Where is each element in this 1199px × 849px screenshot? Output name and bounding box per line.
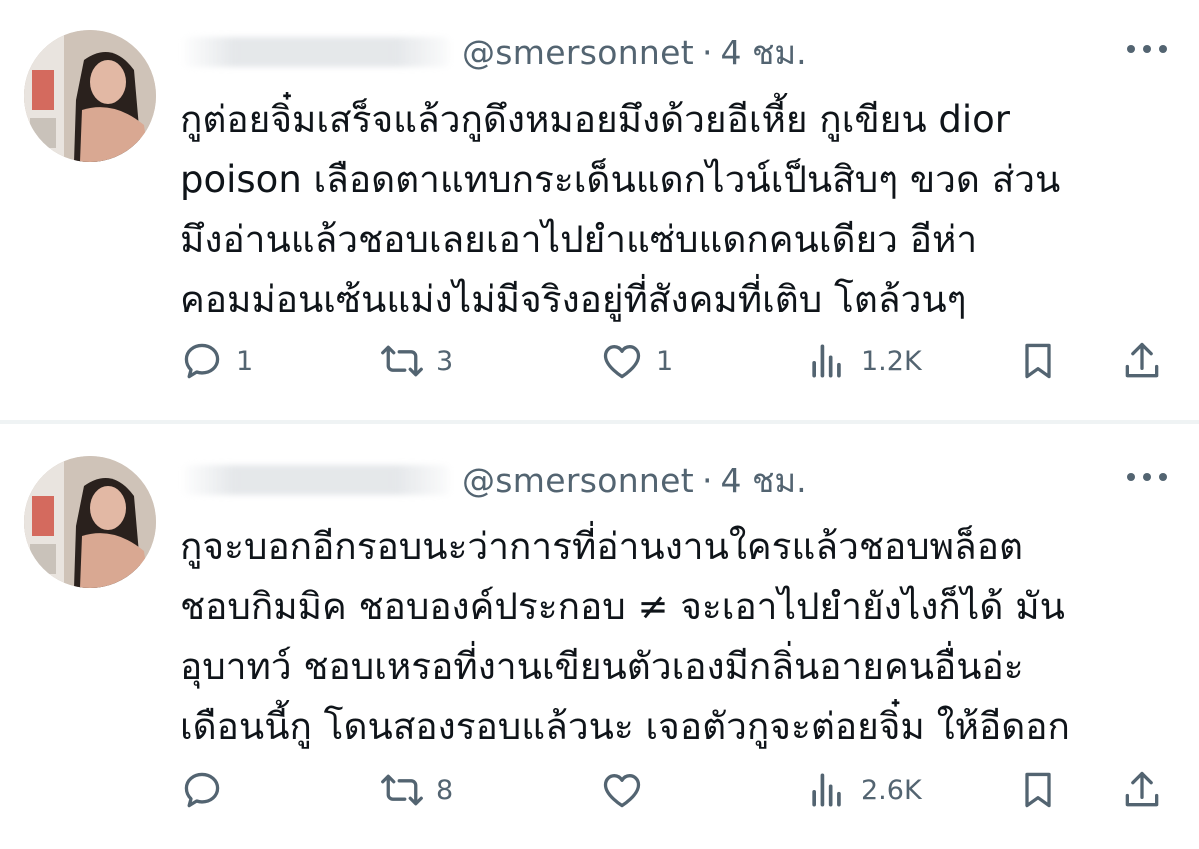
avatar-photo: [24, 456, 156, 588]
avatar[interactable]: [24, 30, 156, 162]
reply-button[interactable]: 1: [180, 336, 253, 386]
tweet-text: กูจะบอกอีกรอบนะว่าการที่อ่านงานใครแล้วชอ…: [180, 525, 1070, 748]
user-handle[interactable]: @smersonnet: [462, 33, 694, 72]
separator-dot: ·: [701, 460, 713, 500]
tweet-actions: 8 2.6K: [180, 765, 1170, 815]
reply-icon: [184, 772, 220, 808]
tweet-header: @smersonnet · 4 ชม.: [180, 458, 807, 502]
like-icon: [603, 345, 641, 379]
retweet-count: 3: [436, 345, 454, 377]
tweet-header: @smersonnet · 4 ชม.: [180, 30, 807, 74]
avatar[interactable]: [24, 456, 156, 588]
share-button[interactable]: [1120, 336, 1164, 386]
tweet-card[interactable]: @smersonnet · 4 ชม. กูจะบอกอีกรอบนะว่ากา…: [0, 424, 1199, 849]
reply-count: 1: [236, 345, 254, 377]
avatar-photo: [24, 30, 156, 162]
display-name-redacted: [180, 465, 450, 495]
timestamp[interactable]: 4 ชม.: [720, 454, 806, 507]
retweet-button[interactable]: 3: [380, 336, 453, 386]
views-icon: [812, 773, 841, 807]
display-name-redacted: [180, 37, 450, 67]
bookmark-button[interactable]: [1016, 765, 1060, 815]
timestamp[interactable]: 4 ชม.: [720, 26, 806, 79]
tweet-actions: 1 3 1 1.2K: [180, 336, 1170, 386]
like-count: 1: [656, 345, 674, 377]
share-icon: [1125, 771, 1159, 807]
like-button[interactable]: 1: [600, 336, 673, 386]
view-count: 2.6K: [861, 774, 922, 806]
bookmark-button[interactable]: [1016, 336, 1060, 386]
user-handle[interactable]: @smersonnet: [462, 461, 694, 500]
tweet-text: กูต่อยจิ๋มเสร็จแล้วกูดึงหมอยมึงด้วยอีเหี…: [180, 98, 1061, 321]
view-count: 1.2K: [861, 345, 922, 377]
views-button[interactable]: 2.6K: [805, 765, 922, 815]
retweet-button[interactable]: 8: [380, 765, 453, 815]
views-icon: [812, 344, 841, 378]
tweet-card[interactable]: @smersonnet · 4 ชม. กูต่อยจิ๋มเสร็จแล้วก…: [0, 0, 1199, 422]
bookmark-icon: [1025, 772, 1051, 808]
like-button[interactable]: [600, 765, 656, 815]
retweet-count: 8: [436, 774, 454, 806]
share-icon: [1125, 342, 1159, 378]
more-icon[interactable]: [1127, 42, 1167, 56]
views-button[interactable]: 1.2K: [805, 336, 922, 386]
reply-button[interactable]: [180, 765, 236, 815]
separator-dot: ·: [701, 32, 713, 72]
share-button[interactable]: [1120, 765, 1164, 815]
more-icon[interactable]: [1127, 470, 1167, 484]
retweet-icon: [381, 345, 423, 377]
retweet-icon: [381, 774, 423, 806]
reply-icon: [184, 343, 220, 379]
bookmark-icon: [1025, 343, 1051, 379]
timeline: @smersonnet · 4 ชม. กูต่อยจิ๋มเสร็จแล้วก…: [0, 0, 1199, 849]
like-icon: [603, 774, 641, 808]
